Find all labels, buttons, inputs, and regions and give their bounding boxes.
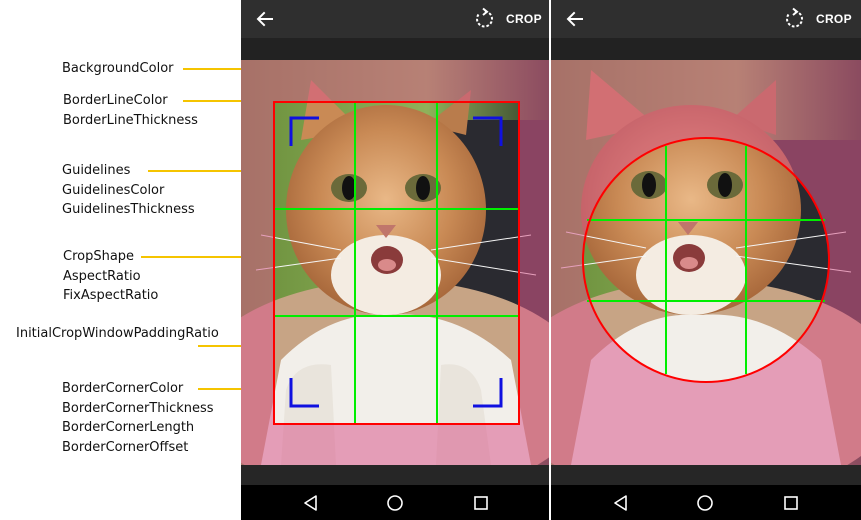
label-border-corner-color: BorderCornerColor [62,381,184,396]
padding-label-group: InitialCropWindowPaddingRatio [16,324,219,344]
arrow-left-icon[interactable] [565,9,585,29]
label-guidelines-thickness: GuidelinesThickness [62,202,195,217]
background-label-group: BackgroundColor [62,59,174,79]
crop-image-view[interactable] [551,60,861,465]
back-triangle-icon[interactable] [612,494,630,512]
toolbar-shadow [551,38,861,60]
label-guidelines-color: GuidelinesColor [62,182,165,198]
label-initial-crop-window-padding-ratio: InitialCropWindowPaddingRatio [16,326,219,341]
label-border-corner-offset: BorderCornerOffset [62,439,189,455]
arrow-left-icon[interactable] [255,9,275,29]
property-labels-panel: BackgroundColor BorderLineColor BorderLi… [0,0,241,520]
recents-square-icon[interactable] [472,494,490,512]
label-border-line-color: BorderLineColor [63,93,168,108]
phone-screen-oval-crop: CROP [551,0,861,520]
home-circle-icon[interactable] [696,494,714,512]
rotate-icon[interactable] [782,7,806,31]
recents-square-icon[interactable] [782,494,800,512]
bottom-band [241,465,551,485]
border-corner-label-group: BorderCornerColor BorderCornerThickness … [62,379,214,457]
cat-photo-with-rect-crop [241,60,551,465]
label-border-line-thickness: BorderLineThickness [63,112,198,128]
toolbar: CROP [551,0,861,38]
label-border-corner-length: BorderCornerLength [62,420,195,435]
label-border-corner-thickness: BorderCornerThickness [62,400,214,416]
cat-photo [241,60,551,465]
bottom-band [551,465,861,485]
crop-button[interactable]: CROP [506,12,542,26]
home-circle-icon[interactable] [386,494,404,512]
rotate-icon[interactable] [472,7,496,31]
phone-screen-rectangle-crop: CROP [241,0,551,520]
back-triangle-icon[interactable] [302,494,320,512]
crop-button[interactable]: CROP [816,12,852,26]
system-nav-bar [551,485,861,520]
cat-photo-with-oval-crop [551,60,861,465]
label-aspect-ratio: AspectRatio [63,268,141,284]
crop-image-view[interactable] [241,60,551,465]
label-background-color: BackgroundColor [62,61,174,76]
toolbar-shadow [241,38,551,60]
system-nav-bar [241,485,551,520]
border-line-label-group: BorderLineColor BorderLineThickness [63,91,198,130]
toolbar: CROP [241,0,551,38]
label-fix-aspect-ratio: FixAspectRatio [63,288,159,303]
